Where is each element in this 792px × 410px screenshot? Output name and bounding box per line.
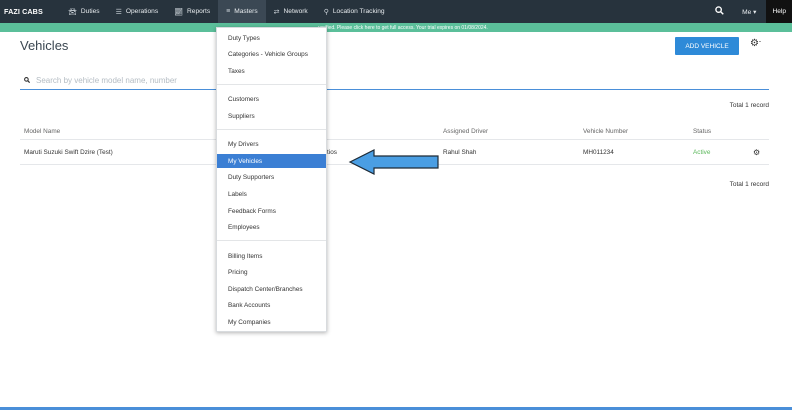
trial-banner[interactable]: verified. Please click here to get full … bbox=[0, 23, 792, 32]
table-header: Model Name Assigned Driver Vehicle Numbe… bbox=[20, 122, 769, 140]
nav-operations-label: Operations bbox=[125, 8, 159, 15]
map-marker-icon: ⚲ bbox=[323, 8, 329, 16]
nav-reports-label: Reports bbox=[187, 8, 211, 15]
total-records-bottom: Total 1 record bbox=[729, 181, 769, 188]
menu-item-categories-vehicle-groups[interactable]: Categories - Vehicle Groups bbox=[217, 47, 326, 61]
car-icon: 🚘︎ bbox=[68, 8, 77, 16]
nav-location-tracking[interactable]: ⚲ Location Tracking bbox=[316, 0, 393, 23]
stack-icon: ≡ bbox=[226, 8, 231, 15]
menu-item-my-drivers[interactable]: My Drivers bbox=[217, 137, 326, 151]
nav-reports[interactable]: 📈︎ Reports bbox=[166, 0, 218, 23]
menu-item-taxes[interactable]: Taxes bbox=[217, 64, 326, 78]
trial-banner-text[interactable]: verified. Please click here to get full … bbox=[318, 25, 488, 31]
chart-icon: 📈︎ bbox=[174, 8, 184, 16]
settings-dropdown[interactable]: ⚙ˇ bbox=[750, 38, 761, 49]
nav-operations[interactable]: ☰ Operations bbox=[108, 0, 167, 23]
menu-item-billing-items[interactable]: Billing Items bbox=[217, 249, 326, 263]
cell-vehicle-number: MH011234 bbox=[583, 149, 614, 156]
nav-location-tracking-label: Location Tracking bbox=[332, 8, 385, 15]
gear-icon: ⚙ bbox=[750, 38, 759, 49]
masters-dropdown-menu: Duty Types Categories - Vehicle Groups T… bbox=[216, 27, 327, 332]
row-gear-icon[interactable]: ⚙ bbox=[753, 148, 760, 157]
nav-right-group: Me ▾ Help bbox=[715, 0, 792, 23]
nav-masters[interactable]: ≡ Masters bbox=[218, 0, 266, 23]
shuffle-icon: ⇄ bbox=[273, 8, 280, 16]
pointer-arrow-annotation bbox=[348, 149, 439, 175]
nav-duties-label: Duties bbox=[80, 8, 100, 15]
menu-item-labels[interactable]: Labels bbox=[217, 187, 326, 201]
menu-item-customers[interactable]: Customers bbox=[217, 92, 326, 106]
search-bar bbox=[20, 72, 769, 90]
nav-network-label: Network bbox=[283, 8, 308, 15]
page-title: Vehicles bbox=[20, 38, 69, 53]
menu-item-feedback-forms[interactable]: Feedback Forms bbox=[217, 204, 326, 218]
caret-down-icon: ▾ bbox=[753, 8, 757, 16]
menu-divider bbox=[217, 240, 326, 241]
top-navbar: FAZI CABS 🚘︎ Duties ☰ Operations 📈︎ Repo… bbox=[0, 0, 792, 23]
cell-assigned-driver: Rahul Shah bbox=[443, 149, 477, 156]
menu-item-my-companies[interactable]: My Companies bbox=[217, 315, 326, 329]
nav-masters-label: Masters bbox=[234, 8, 258, 15]
menu-item-dispatch-center-branches[interactable]: Dispatch Center/Branches bbox=[217, 282, 326, 296]
menu-divider bbox=[217, 84, 326, 85]
menu-item-employees[interactable]: Employees bbox=[217, 220, 326, 234]
list-icon: ☰ bbox=[115, 8, 122, 16]
cell-category: tios bbox=[327, 149, 337, 156]
menu-item-suppliers[interactable]: Suppliers bbox=[217, 109, 326, 123]
menu-divider bbox=[217, 129, 326, 130]
brand-logo[interactable]: FAZI CABS bbox=[0, 7, 60, 16]
cell-model-name[interactable]: Maruti Suzuki Swift Dzire (Test) bbox=[24, 149, 113, 156]
user-menu[interactable]: Me ▾ bbox=[742, 8, 756, 16]
menu-item-duty-types[interactable]: Duty Types bbox=[217, 31, 326, 45]
status-badge: Active bbox=[693, 149, 711, 156]
menu-item-duty-supporters[interactable]: Duty Supporters bbox=[217, 170, 326, 184]
menu-item-pricing[interactable]: Pricing bbox=[217, 265, 326, 279]
column-assigned-driver[interactable]: Assigned Driver bbox=[443, 128, 488, 135]
user-menu-label: Me bbox=[742, 8, 752, 16]
search-icon bbox=[24, 77, 31, 85]
column-status[interactable]: Status bbox=[693, 128, 711, 135]
menu-item-my-vehicles[interactable]: My Vehicles bbox=[217, 154, 326, 168]
nav-network[interactable]: ⇄ Network bbox=[266, 0, 316, 23]
help-link[interactable]: Help bbox=[766, 0, 792, 23]
menu-item-bank-accounts[interactable]: Bank Accounts bbox=[217, 298, 326, 312]
search-icon[interactable] bbox=[715, 6, 724, 17]
add-vehicle-button[interactable]: ADD VEHICLE bbox=[675, 37, 739, 55]
column-model-name[interactable]: Model Name bbox=[24, 128, 60, 135]
nav-duties[interactable]: 🚘︎ Duties bbox=[60, 0, 108, 23]
chevron-down-icon: ˇ bbox=[758, 42, 761, 48]
total-records-top: Total 1 record bbox=[729, 102, 769, 109]
column-vehicle-number[interactable]: Vehicle Number bbox=[583, 128, 628, 135]
